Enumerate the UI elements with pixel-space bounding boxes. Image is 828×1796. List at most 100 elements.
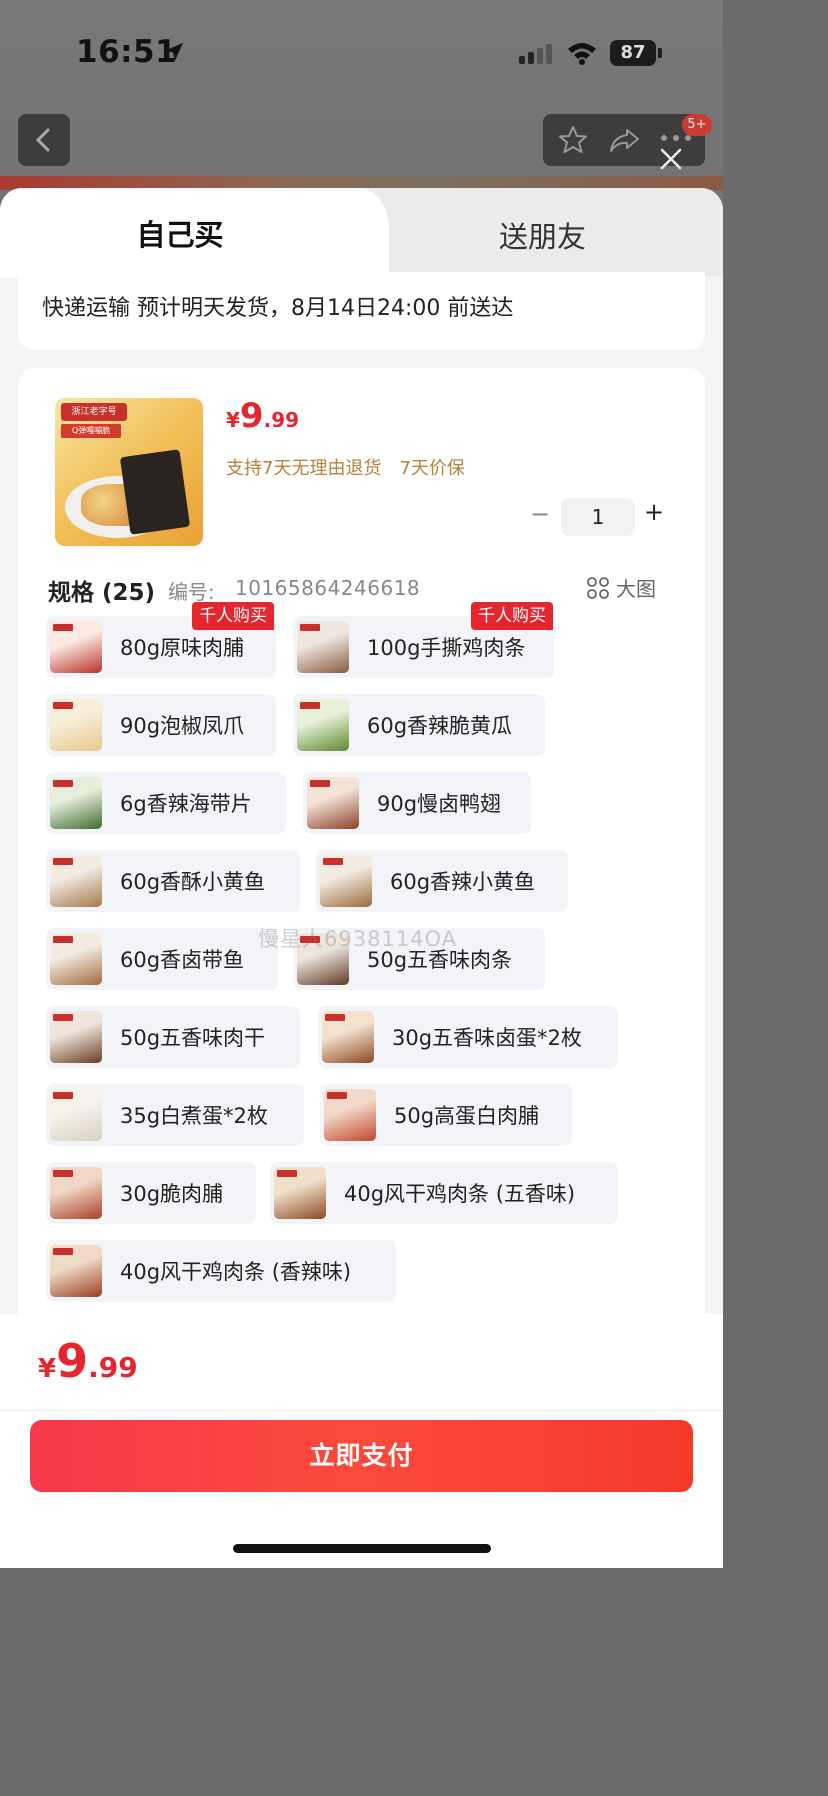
spec-option-thumbnail [50,621,102,673]
quantity-increase-button[interactable]: + [644,498,664,526]
thumbnail-brand-mark [53,624,73,631]
tab-buy-for-self[interactable]: 自己买 [0,212,360,254]
spec-option-label: 60g香卤带鱼 [120,948,245,972]
star-icon[interactable] [557,124,589,156]
spec-option-thumbnail [50,1167,102,1219]
spec-option[interactable]: 50g高蛋白肉脯 [320,1084,572,1146]
spec-option[interactable]: 40g风干鸡肉条 (五香味) [270,1162,618,1224]
service-guarantees: 支持7天无理由退货 7天价保 [226,454,465,480]
total-price-decimal: .99 [88,1351,138,1384]
spec-option-thumbnail [50,933,102,985]
spec-option-thumbnail [50,1089,102,1141]
thumbnail-brand-mark [310,780,330,787]
spec-option-label: 80g原味肉脯 [120,636,245,660]
battery-indicator: 87 [610,40,656,66]
spec-option-thumbnail [297,621,349,673]
back-button[interactable] [18,114,70,166]
spec-option-label: 60g香辣脆黄瓜 [367,714,513,738]
spec-option-thumbnail [324,1089,376,1141]
thumbnail-brand-mark [327,1092,347,1099]
delivery-card: 快递运输 预计明天发货，8月14日24:00 前送达 [18,272,705,350]
notification-badge: 5+ [682,114,712,136]
spec-option[interactable]: 60g香辣脆黄瓜 [293,694,545,756]
package-shape [119,449,191,535]
product-image-brand: 浙江老字号 [61,403,127,421]
grid-icon [587,576,609,599]
pay-now-button[interactable]: 立即支付 [30,1420,693,1492]
price-decimal: .99 [263,408,300,432]
spec-option[interactable]: 30g五香味卤蛋*2枚 [318,1006,618,1068]
thumbnail-brand-mark [53,858,73,865]
quantity-input[interactable]: 1 [561,498,635,536]
spec-option-thumbnail [50,699,102,751]
guarantee-return: 支持7天无理由退货 [226,458,382,479]
cellular-signal-icon [519,44,552,64]
spec-option-label: 90g慢卤鸭翅 [377,792,502,816]
thumbnail-brand-mark [300,624,320,631]
spec-option-thumbnail [320,855,372,907]
spec-option-label: 40g风干鸡肉条 (五香味) [344,1182,576,1206]
spec-code-label: 编号: [168,580,215,604]
spec-option[interactable]: 35g白煮蛋*2枚 [46,1084,304,1146]
spec-option-label: 100g手撕鸡肉条 [367,636,526,660]
spec-option[interactable]: 50g五香味肉干 [46,1006,300,1068]
spec-option[interactable]: 6g香辣海带片 [46,772,286,834]
wifi-icon [568,43,596,65]
spec-option-label: 35g白煮蛋*2枚 [120,1104,268,1128]
spec-option-thumbnail [274,1167,326,1219]
spec-option[interactable]: 60g香辣小黄鱼 [316,850,568,912]
thumbnail-brand-mark [53,780,73,787]
thumbnail-brand-mark [53,1248,73,1255]
spec-option[interactable]: 60g香卤带鱼 [46,928,278,990]
thumbnail-brand-mark [53,1170,73,1177]
guarantee-price-protect: 7天价保 [399,458,465,479]
spec-option-thumbnail [297,699,349,751]
spec-option-label: 50g五香味肉干 [120,1026,266,1050]
spec-option-thumbnail [50,1011,102,1063]
product-image-slogan: Q弹嘎嘣脆 [61,424,121,438]
spec-title: 规格 (25) [48,580,156,606]
thumbnail-brand-mark [53,1092,73,1099]
chevron-left-icon [35,128,50,152]
price-integer: 9 [239,396,264,436]
spec-option-label: 30g五香味卤蛋*2枚 [392,1026,582,1050]
thumbnail-brand-mark [325,1014,345,1021]
total-price-currency: ¥ [38,1354,57,1384]
big-image-label: 大图 [616,577,656,601]
big-image-toggle[interactable]: 大图 [586,573,656,602]
spec-option-label: 50g高蛋白肉脯 [394,1104,540,1128]
thumbnail-brand-mark [53,702,73,709]
delivery-info: 快递运输 预计明天发货，8月14日24:00 前送达 [42,296,514,321]
location-arrow-icon [165,43,183,61]
spec-option-label: 6g香辣海带片 [120,792,252,816]
product-image[interactable]: 浙江老字号 Q弹嘎嘣脆 [55,398,203,546]
share-icon[interactable] [607,124,641,156]
product-card: 浙江老字号 Q弹嘎嘣脆 ¥9.99 支持7天无理由退货 7天价保 − 1 + 规格… [18,368,705,1368]
thumbnail-brand-mark [277,1170,297,1177]
spec-option-thumbnail [50,1245,102,1297]
divider [0,1410,723,1411]
spec-option[interactable]: 40g风干鸡肉条 (香辣味) [46,1240,396,1302]
hot-seller-tag: 千人购买 [471,602,553,630]
watermark: 慢星人6938114OA [258,927,458,951]
spec-option-label: 60g香辣小黄鱼 [390,870,536,894]
hot-seller-tag: 千人购买 [192,602,274,630]
price-currency: ¥ [226,408,240,432]
quantity-decrease-button[interactable]: − [530,500,550,528]
spec-option-label: 30g脆肉脯 [120,1182,224,1206]
spec-option-label: 40g风干鸡肉条 (香辣味) [120,1260,352,1284]
spec-option-thumbnail [307,777,359,829]
spec-option[interactable]: 90g慢卤鸭翅 [303,772,531,834]
spec-option[interactable]: 90g泡椒凤爪 [46,694,276,756]
spec-code: 10165864246618 [235,576,421,600]
close-icon[interactable] [658,146,684,172]
spec-option-label: 90g泡椒凤爪 [120,714,245,738]
spec-option[interactable]: 30g脆肉脯 [46,1162,256,1224]
status-bar: 16:51 87 [0,0,723,100]
spec-option[interactable]: 60g香酥小黄鱼 [46,850,300,912]
thumbnail-brand-mark [323,858,343,865]
product-price: ¥9.99 [226,396,299,436]
tab-gift-to-friend[interactable]: 送朋友 [362,214,723,256]
total-price: ¥9.99 [38,1334,138,1388]
spec-option-thumbnail [50,777,102,829]
